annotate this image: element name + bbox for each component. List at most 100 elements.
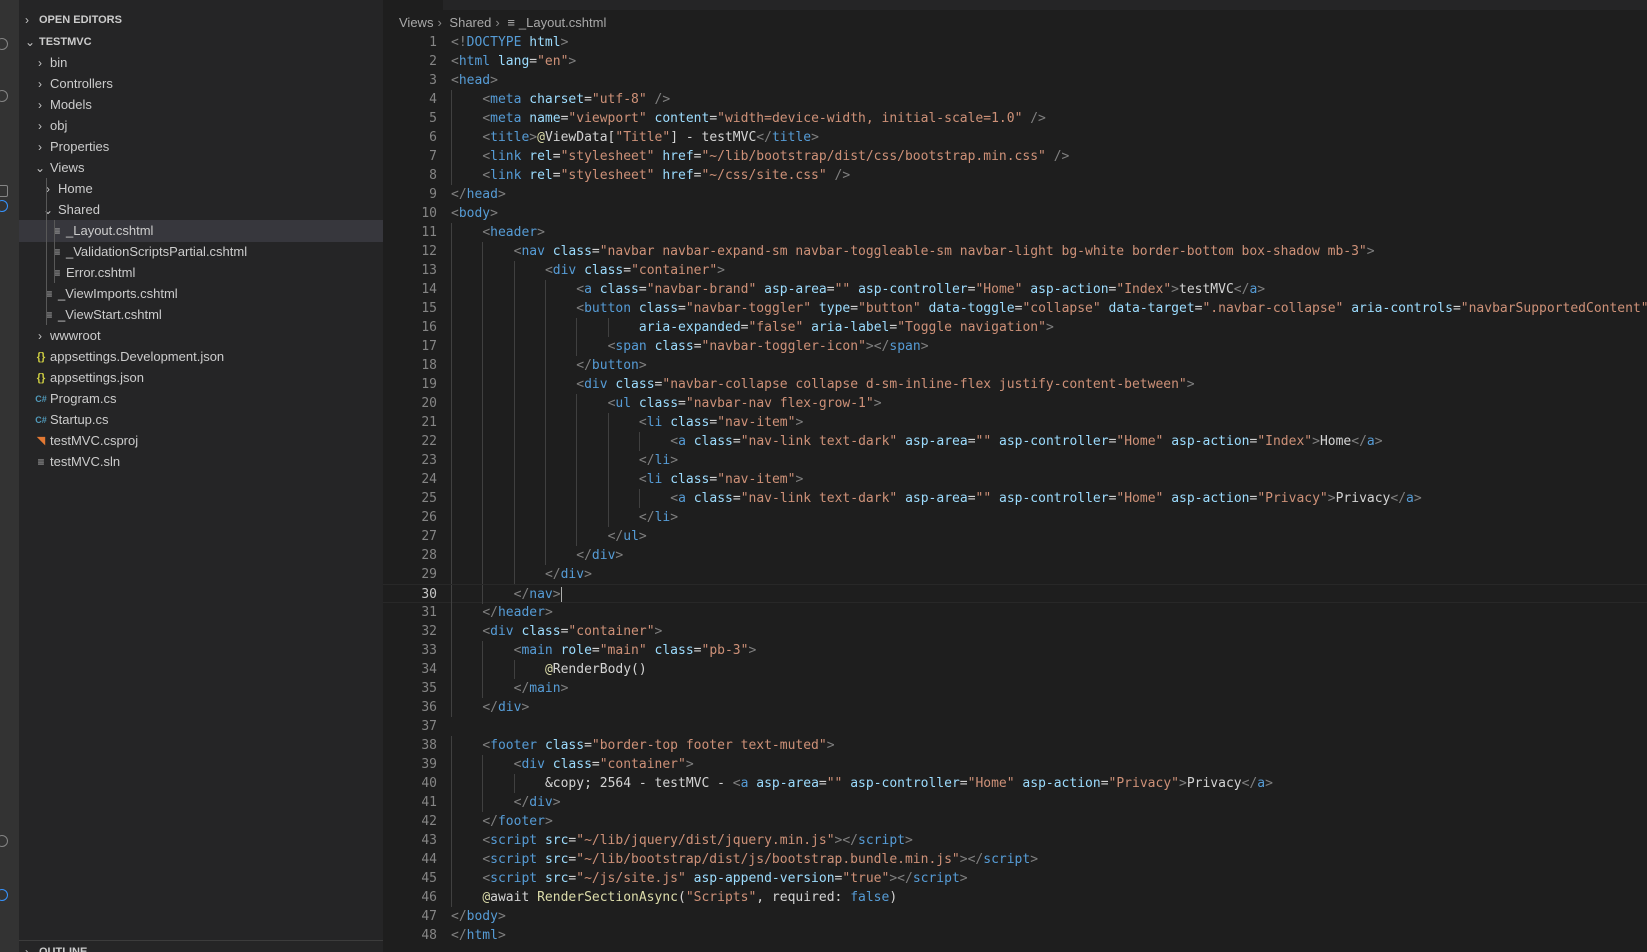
clock-icon[interactable] (0, 200, 8, 212)
breadcrumb-item-file[interactable]: _Layout.cshtml (519, 15, 606, 30)
code-line[interactable]: 42 </footer> (383, 812, 1647, 831)
code-line[interactable]: 43 <script src="~/lib/jquery/dist/jquery.… (383, 831, 1647, 850)
code-line[interactable]: 11 <header> (383, 223, 1647, 242)
code-line[interactable]: 23 </li> (383, 451, 1647, 470)
code-line[interactable]: 31 </header> (383, 603, 1647, 622)
code-line[interactable]: 35 </main> (383, 679, 1647, 698)
account-icon[interactable] (0, 835, 8, 847)
code-token: > (1366, 244, 1375, 259)
code-line[interactable]: 29 </div> (383, 565, 1647, 584)
extensions-icon[interactable] (0, 185, 8, 197)
code-token: class (544, 738, 585, 753)
tree-file[interactable]: {} appsettings.json (19, 367, 383, 389)
tree-file[interactable]: ◥ testMVC.csproj (19, 430, 383, 452)
code-line[interactable]: 4 <meta charset="utf-8" /> (383, 90, 1647, 109)
code-line[interactable]: 37 (383, 717, 1647, 736)
code-line[interactable]: 20 <ul class="navbar-nav flex-grow-1"> (383, 394, 1647, 413)
indent-guide (544, 280, 546, 299)
code-token: "nav-item" (717, 472, 796, 487)
tree-file[interactable]: ≡ testMVC.sln (19, 451, 383, 473)
breadcrumb-item-shared[interactable]: Shared (449, 15, 491, 30)
code-line[interactable]: 14 <a class="navbar-brand" asp-area="" as… (383, 280, 1647, 299)
code-line[interactable]: 36 </div> (383, 698, 1647, 717)
code-line[interactable]: 1 <!DOCTYPE html> (383, 33, 1647, 52)
code-line[interactable]: 17 <span class="navbar-toggler-icon"></sp… (383, 337, 1647, 356)
tree-folder[interactable]: ⌄ Shared (19, 199, 383, 221)
code-line[interactable]: 15 <button class="navbar-toggler" type="b… (383, 299, 1647, 318)
tree-item-label: bin (50, 55, 68, 70)
code-line[interactable]: 46 @await RenderSectionAsync("Scripts", r… (383, 888, 1647, 907)
tree-file[interactable]: C# Program.cs (19, 388, 383, 410)
code-line[interactable]: 16 aria-expanded="false" aria-label="Togg… (383, 318, 1647, 337)
code-line[interactable]: 27 </ul> (383, 527, 1647, 546)
code-line[interactable]: 33 <main role="main" class="pb-3"> (383, 641, 1647, 660)
open-editors-header[interactable]: › OPEN EDITORS (19, 9, 383, 31)
breadcrumb-item-views[interactable]: Views (399, 15, 433, 30)
tab-layout-cshtml[interactable] (383, 0, 443, 10)
tree-folder[interactable]: › Properties (19, 136, 383, 158)
code-line[interactable]: 18 </button> (383, 356, 1647, 375)
code-line[interactable]: 7 <link rel="stylesheet" href="~/lib/boot… (383, 147, 1647, 166)
tree-file[interactable]: {} appsettings.Development.json (19, 346, 383, 368)
code-line[interactable]: 3 <head> (383, 71, 1647, 90)
tree-folder[interactable]: › Controllers (19, 73, 383, 95)
code-line[interactable]: 24 <li class="nav-item"> (383, 470, 1647, 489)
breadcrumb: Views › Shared › ≡ _Layout.cshtml (399, 12, 610, 34)
code-line[interactable]: 22 <a class="nav-link text-dark" asp-area… (383, 432, 1647, 451)
code-line[interactable]: 26 </li> (383, 508, 1647, 527)
indent-guide (544, 546, 546, 565)
code-line[interactable]: 38 <footer class="border-top footer text-… (383, 736, 1647, 755)
code-line[interactable]: 19 <div class="navbar-collapse collapse d… (383, 375, 1647, 394)
code-line[interactable]: 9 </head> (383, 185, 1647, 204)
code-line[interactable]: 25 <a class="nav-link text-dark" asp-area… (383, 489, 1647, 508)
code-line[interactable]: 32 <div class="container"> (383, 622, 1647, 641)
text-cursor (560, 587, 562, 602)
tree-item-label: _ValidationScriptsPartial.cshtml (66, 244, 248, 259)
code-line[interactable]: 5 <meta name="viewport" content="width=de… (383, 109, 1647, 128)
code-line[interactable]: 8 <link rel="stylesheet" href="~/css/site… (383, 166, 1647, 185)
code-line[interactable]: 39 <div class="container"> (383, 755, 1647, 774)
code-token: > (552, 587, 561, 602)
code-line[interactable]: 41 </div> (383, 793, 1647, 812)
tree-folder[interactable]: ⌄ Views (19, 157, 383, 179)
code-line[interactable]: 47 </body> (383, 907, 1647, 926)
code-line[interactable]: 40 &copy; 2564 - testMVC - <a asp-area=""… (383, 774, 1647, 793)
code-line[interactable]: 30 </nav> (383, 584, 1647, 604)
code-area[interactable]: 1 <!DOCTYPE html> 2 <html lang="en"> 3 <head>… (383, 33, 1647, 945)
code-line[interactable]: 2 <html lang="en"> (383, 52, 1647, 71)
code-line[interactable]: 10 <body> (383, 204, 1647, 223)
code-line[interactable]: 12 <nav class="navbar navbar-expand-sm na… (383, 242, 1647, 261)
tree-file[interactable]: ≡ _Layout.cshtml (19, 220, 383, 242)
code-line[interactable]: 13 <div class="container"> (383, 261, 1647, 280)
code-token: = (959, 776, 968, 791)
search-icon[interactable] (0, 38, 8, 50)
code-line[interactable]: 48 </html> (383, 926, 1647, 945)
code-line[interactable]: 44 <script src="~/lib/bootstrap/dist/js/b… (383, 850, 1647, 869)
code-line[interactable]: 28 </div> (383, 546, 1647, 565)
code-line[interactable]: 34 @RenderBody() (383, 660, 1647, 679)
tree-file[interactable]: ≡ Error.cshtml (19, 262, 383, 284)
tree-file[interactable]: ≡ _ViewStart.cshtml (19, 304, 383, 326)
tree-folder[interactable]: › Home (19, 178, 383, 200)
tree-folder[interactable]: › Models (19, 94, 383, 116)
line-number: 36 (421, 700, 437, 715)
tree-folder[interactable]: › wwwroot (19, 325, 383, 347)
tree-folder[interactable]: › obj (19, 115, 383, 137)
settings-icon[interactable] (0, 889, 8, 901)
code-line[interactable]: 45 <script src="~/js/site.js" asp-append-… (383, 869, 1647, 888)
outline-header[interactable]: › OUTLINE (19, 940, 383, 952)
code-text: <head> (451, 71, 498, 90)
code-line[interactable]: 21 <li class="nav-item"> (383, 413, 1647, 432)
code-editor[interactable]: Views › Shared › ≡ _Layout.cshtml 1 <!DOCTYP… (383, 0, 1647, 952)
code-token: @ (544, 662, 553, 677)
tree-file[interactable]: ≡ _ValidationScriptsPartial.cshtml (19, 241, 383, 263)
tree-folder[interactable]: › bin (19, 52, 383, 74)
source-control-icon[interactable] (0, 90, 8, 102)
code-token: charset (529, 92, 585, 107)
tree-file[interactable]: ≡ _ViewImports.cshtml (19, 283, 383, 305)
code-line[interactable]: 6 <title>@ViewData["Title"] - testMVC</ti… (383, 128, 1647, 147)
tree-file[interactable]: C# Startup.cs (19, 409, 383, 431)
project-header[interactable]: ⌄ TESTMVC (19, 31, 383, 53)
